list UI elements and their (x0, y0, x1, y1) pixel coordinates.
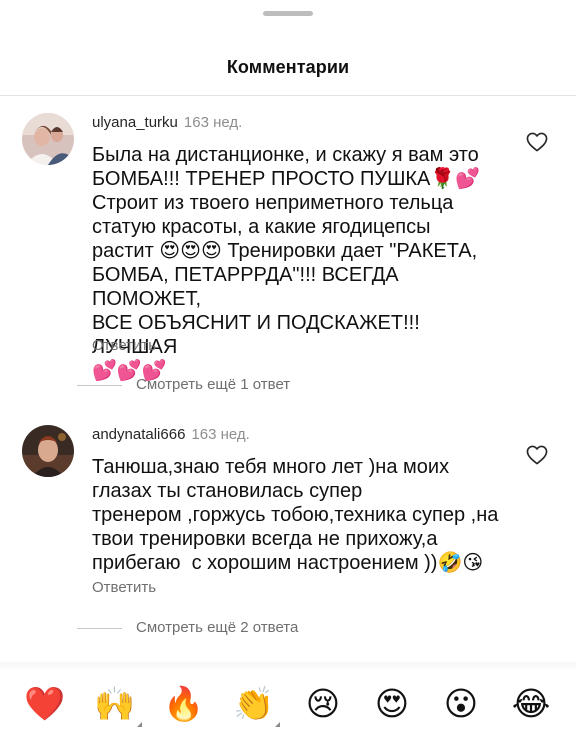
raising-hands-icon[interactable]: 🙌 (94, 684, 135, 724)
emoji-reaction-bar (0, 662, 576, 738)
view-more-replies-label: Смотреть ещё 2 ответа (136, 619, 299, 636)
view-more-replies[interactable]: Смотреть ещё 1 ответ (77, 376, 290, 393)
timestamp: 163 нед. (183, 114, 243, 131)
crying-face-icon[interactable]: 😢 (303, 684, 343, 724)
comment-meta: ulyana_turku 163 нед. (92, 114, 242, 131)
tears-of-joy-icon[interactable]: 😂 (511, 684, 551, 724)
reply-button[interactable]: Ответить (92, 337, 156, 354)
username[interactable]: ulyana_turku (92, 114, 178, 131)
bar-shadow (0, 662, 576, 672)
comments-header: Комментарии (0, 0, 576, 96)
comment-meta: andynatali666 163 нед. (92, 426, 250, 443)
view-more-replies[interactable]: Смотреть ещё 2 ответа (77, 619, 298, 636)
comment-text: Танюша,знаю тебя много лет )на моих глаз… (92, 456, 499, 574)
avatar[interactable] (22, 425, 74, 477)
divider-line (77, 384, 122, 386)
clapping-hands-icon[interactable]: 👏 (233, 684, 274, 724)
page-title: Комментарии (226, 57, 350, 77)
like-heart-icon[interactable] (526, 132, 548, 152)
username[interactable]: andynatali666 (92, 426, 185, 443)
view-more-replies-label: Смотреть ещё 1 ответ (136, 376, 291, 393)
astonished-face-icon[interactable]: 😮 (441, 684, 481, 724)
red-heart-icon[interactable]: ❤️ (24, 684, 65, 724)
like-heart-icon[interactable] (526, 445, 548, 465)
reply-button[interactable]: Ответить (92, 579, 156, 596)
skin-tone-indicator-icon (137, 722, 142, 727)
skin-tone-indicator-icon (275, 722, 280, 727)
timestamp: 163 нед. (191, 426, 250, 443)
heart-eyes-icon[interactable]: 😍 (372, 684, 412, 724)
avatar[interactable] (22, 113, 74, 165)
divider-line (77, 627, 122, 629)
fire-icon[interactable]: 🔥 (163, 684, 204, 724)
